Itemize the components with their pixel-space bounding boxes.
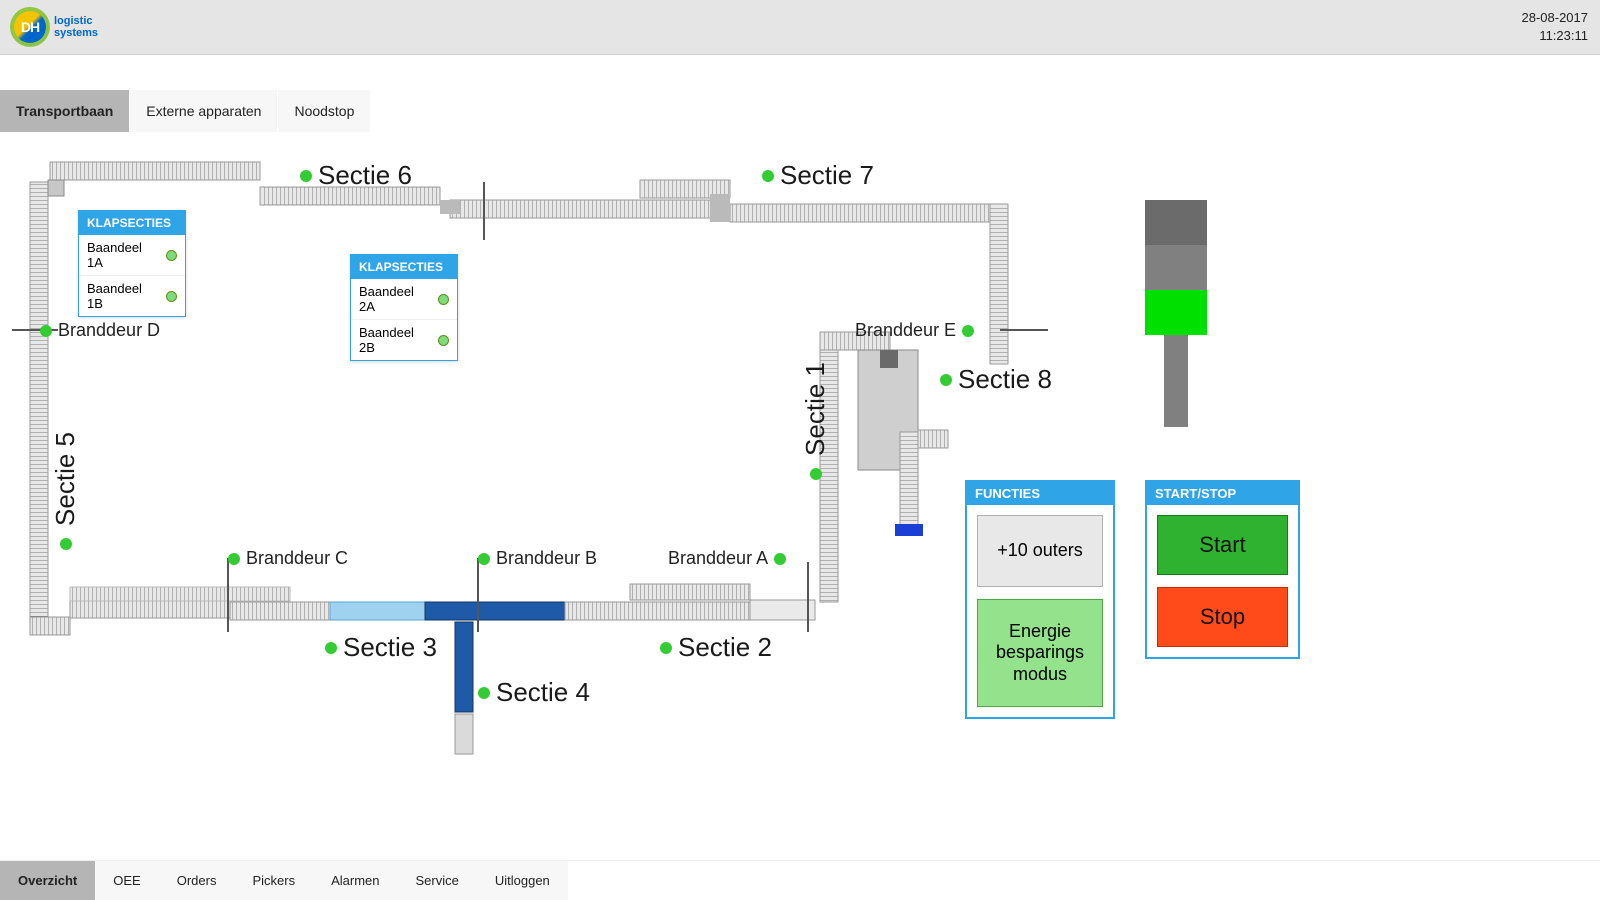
start-button[interactable]: Start (1157, 515, 1288, 575)
section-1-label: Sectie 1 (800, 362, 831, 480)
status-dot-icon (762, 170, 774, 182)
status-dot-icon (438, 294, 449, 305)
stop-button[interactable]: Stop (1157, 587, 1288, 647)
date-display: 28-08-2017 (1522, 9, 1589, 27)
stacklight-seg-3 (1145, 290, 1207, 335)
tabs-top: Transportbaan Externe apparaten Noodstop (0, 90, 1600, 132)
stacklight-seg-1 (1145, 200, 1207, 245)
overview-canvas: Sectie 6 Sectie 7 Sectie 8 Sectie 2 Sect… (0, 132, 1600, 802)
tab-alarmen[interactable]: Alarmen (313, 861, 397, 900)
status-dot-icon (438, 335, 449, 346)
status-dot-icon (810, 468, 822, 480)
status-dot-icon (300, 170, 312, 182)
logo: DH logistic systems (12, 9, 98, 45)
time-display: 11:23:11 (1522, 27, 1589, 45)
startstop-panel: START/STOP Start Stop (1145, 480, 1300, 659)
status-dot-icon (478, 553, 490, 565)
status-dot-icon (962, 325, 974, 337)
firedoor-c-label: Branddeur C (228, 548, 348, 569)
status-dot-icon (774, 553, 786, 565)
status-dot-icon (660, 642, 672, 654)
tab-noodstop[interactable]: Noodstop (278, 90, 371, 132)
klapsecties-panel-1: KLAPSECTIES Baandeel 1A Baandeel 1B (78, 210, 186, 317)
tab-orders[interactable]: Orders (159, 861, 235, 900)
firedoor-d-label: Branddeur D (40, 320, 160, 341)
logo-initials: DH (21, 19, 39, 35)
section-6-label: Sectie 6 (300, 160, 412, 191)
section-4-label: Sectie 4 (478, 677, 590, 708)
status-dot-icon (166, 250, 177, 261)
stacklight-seg-2 (1145, 245, 1207, 290)
logo-text: logistic systems (54, 15, 98, 39)
status-dot-icon (40, 325, 52, 337)
plus10-outers-button[interactable]: +10 outers (977, 515, 1103, 587)
energy-saving-mode-button[interactable]: Energie besparings modus (977, 599, 1103, 707)
datetime-display: 28-08-2017 11:23:11 (1522, 9, 1589, 45)
section-2-label: Sectie 2 (660, 632, 772, 663)
tab-service[interactable]: Service (398, 861, 477, 900)
tab-overzicht[interactable]: Overzicht (0, 861, 95, 900)
baandeel-2a-row[interactable]: Baandeel 2A (351, 279, 457, 320)
baandeel-2b-row[interactable]: Baandeel 2B (351, 320, 457, 360)
functies-panel: FUNCTIES +10 outers Energie besparings m… (965, 480, 1115, 719)
status-dot-icon (166, 291, 177, 302)
tab-pickers[interactable]: Pickers (234, 861, 313, 900)
klapsecties-panel-2: KLAPSECTIES Baandeel 2A Baandeel 2B (350, 254, 458, 361)
tab-externe-apparaten[interactable]: Externe apparaten (130, 90, 278, 132)
status-dot-icon (60, 538, 72, 550)
stacklight-pole (1164, 335, 1188, 427)
status-dot-icon (228, 553, 240, 565)
tabs-bottom: Overzicht OEE Orders Pickers Alarmen Ser… (0, 860, 1600, 900)
status-dot-icon (478, 687, 490, 699)
panel-header: KLAPSECTIES (351, 255, 457, 279)
baandeel-1a-row[interactable]: Baandeel 1A (79, 235, 185, 276)
app-header: DH logistic systems 28-08-2017 11:23:11 (0, 0, 1600, 55)
stack-light (1145, 200, 1207, 427)
logo-icon: DH (12, 9, 48, 45)
status-dot-icon (325, 642, 337, 654)
tab-uitloggen[interactable]: Uitloggen (477, 861, 568, 900)
panel-header: KLAPSECTIES (79, 211, 185, 235)
panel-header: FUNCTIES (967, 482, 1113, 505)
section-3-label: Sectie 3 (325, 632, 437, 663)
tab-transportbaan[interactable]: Transportbaan (0, 90, 130, 132)
baandeel-1b-row[interactable]: Baandeel 1B (79, 276, 185, 316)
status-dot-icon (940, 374, 952, 386)
panel-header: START/STOP (1147, 482, 1298, 505)
section-8-label: Sectie 8 (940, 364, 1052, 395)
firedoor-e-label: Branddeur E (855, 320, 974, 341)
firedoor-b-label: Branddeur B (478, 548, 597, 569)
firedoor-a-label: Branddeur A (668, 548, 786, 569)
section-5-label: Sectie 5 (50, 432, 81, 550)
tab-oee[interactable]: OEE (95, 861, 158, 900)
section-7-label: Sectie 7 (762, 160, 874, 191)
